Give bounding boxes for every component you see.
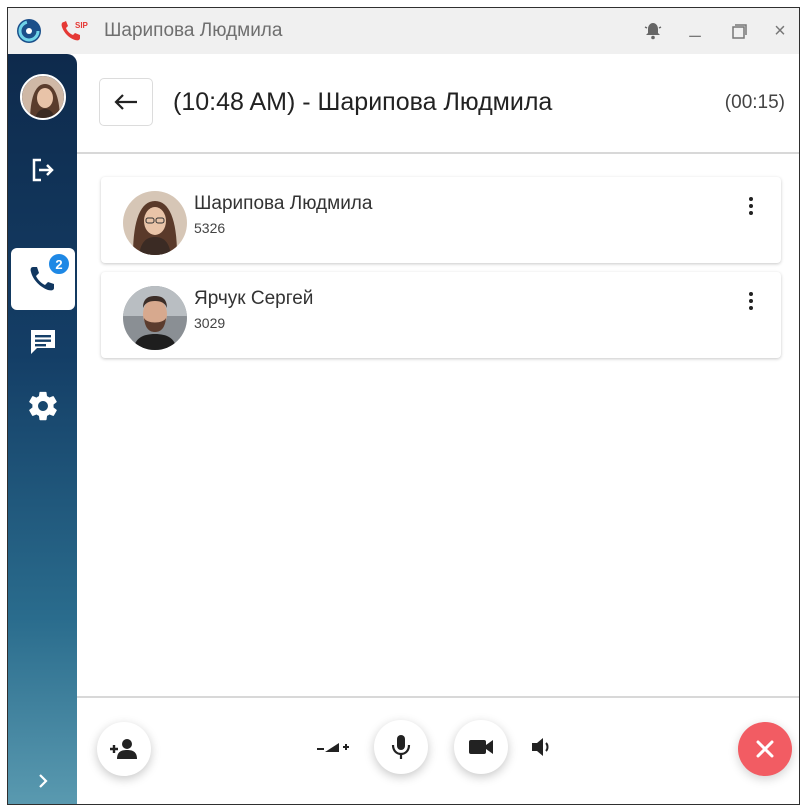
- add-person-icon: [110, 739, 137, 759]
- maximize-button[interactable]: [724, 16, 754, 46]
- call-title: (10:48 AM) - Шарипова Людмила: [173, 88, 553, 116]
- mute-button[interactable]: [374, 720, 428, 774]
- avatar: [123, 286, 187, 350]
- video-icon: [469, 740, 493, 754]
- sidebar-item-chat[interactable]: [8, 322, 77, 362]
- calls-badge: 2: [47, 252, 71, 276]
- sidebar-item-calls[interactable]: 2: [11, 248, 75, 310]
- minimize-button[interactable]: _: [680, 12, 710, 42]
- close-icon: [756, 740, 774, 758]
- add-participant-button[interactable]: [97, 722, 151, 776]
- more-vert-icon[interactable]: [745, 292, 757, 316]
- sip-label: SIP: [75, 21, 88, 30]
- maximize-icon: [732, 24, 747, 39]
- hangup-button[interactable]: [738, 722, 792, 776]
- app-logo-icon: [16, 18, 42, 44]
- window-title: Шарипова Людмила: [104, 20, 283, 41]
- chevron-right-icon: [38, 774, 48, 788]
- volume-low-icon[interactable]: [315, 738, 351, 761]
- call-timer: (00:15): [724, 92, 785, 113]
- expand-sidebar-button[interactable]: [8, 766, 77, 796]
- logout-icon: [32, 158, 54, 182]
- back-arrow-icon: [114, 94, 137, 110]
- participant-card[interactable]: Ярчук Сергей 3029: [101, 272, 781, 358]
- chat-icon: [30, 330, 55, 354]
- close-window-button[interactable]: ×: [765, 16, 795, 46]
- settings-icon: [28, 391, 57, 421]
- call-header: (10:48 AM) - Шарипова Людмила (00:15): [77, 54, 799, 154]
- back-button[interactable]: [99, 78, 153, 126]
- video-button[interactable]: [454, 720, 508, 774]
- mic-icon: [391, 735, 411, 759]
- sip-phone-icon: SIP: [58, 18, 89, 44]
- avatar: [123, 191, 187, 255]
- sidebar: 2: [8, 54, 77, 804]
- volume-icon[interactable]: [529, 735, 555, 764]
- user-avatar[interactable]: [20, 74, 66, 120]
- participant-card[interactable]: Шарипова Людмила 5326: [101, 177, 781, 263]
- bell-icon[interactable]: [638, 16, 668, 46]
- participant-name: Шарипова Людмила: [194, 193, 373, 214]
- title-bar: SIP Шарипова Людмила _ ×: [8, 8, 799, 54]
- more-vert-icon[interactable]: [745, 197, 757, 221]
- sidebar-item-settings[interactable]: [8, 386, 77, 426]
- participant-extension: 3029: [194, 315, 226, 331]
- app-window: SIP Шарипова Людмила _ × 2 (10:48 AM) - …: [7, 7, 800, 805]
- participant-name: Ярчук Сергей: [194, 288, 314, 309]
- participant-extension: 5326: [194, 220, 226, 236]
- logout-button[interactable]: [8, 150, 77, 190]
- call-controls: [77, 696, 799, 804]
